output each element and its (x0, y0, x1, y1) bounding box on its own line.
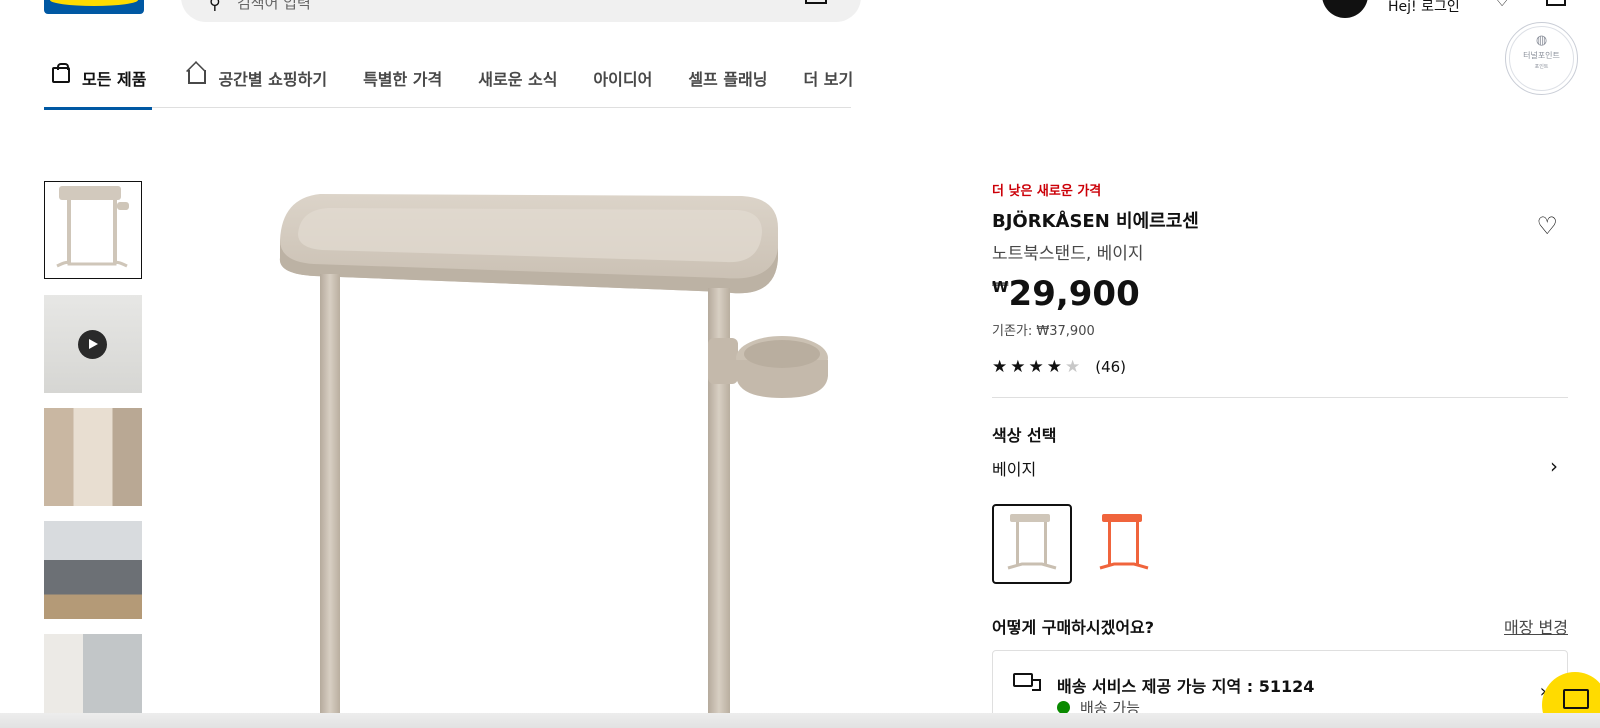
thumbnail-1[interactable] (44, 181, 142, 279)
product-description: 노트북스탠드, 베이지 (992, 244, 1144, 264)
thumbnail-product-image (56, 186, 129, 268)
purchase-question: 어떻게 구매하시겠어요? (992, 618, 1155, 637)
promo-label: 더 낮은 새로운 가격 (992, 184, 1102, 199)
avatar[interactable] (1322, 0, 1368, 18)
tab-label: 모든 제품 (82, 70, 147, 89)
wishlist-icon[interactable]: ♡ (1494, 0, 1510, 11)
selected-color: 베이지 (992, 460, 1037, 479)
tab-label: 특별한 가격 (363, 70, 443, 89)
badge-title: 터널포인트 (1523, 51, 1560, 60)
bottom-edge (0, 713, 1600, 728)
tab-shop-by-room[interactable]: 공간별 쇼핑하기 (188, 60, 327, 108)
swatch-beige-image (1007, 514, 1057, 570)
globe-icon: ◍ (1535, 33, 1548, 48)
cart-icon[interactable] (1546, 0, 1566, 6)
ikea-logo[interactable] (44, 0, 144, 14)
search-bar[interactable]: ⚲ 검색어 입력 (181, 0, 861, 22)
home-icon (188, 70, 207, 84)
tab-special-price[interactable]: 특별한 가격 (363, 60, 442, 108)
tab-label: 더 보기 (803, 70, 854, 89)
product-info: 더 낮은 새로운 가격 BJÖRKÅSEN 비에르코센 노트북스탠드, 베이지 … (992, 180, 1568, 728)
change-store-link[interactable]: 매장 변경 (1504, 614, 1568, 638)
color-swatches (992, 504, 1568, 584)
previous-price: 기존가: ₩37,900 (992, 324, 1095, 339)
play-icon[interactable] (78, 330, 107, 359)
tab-all-products[interactable]: 모든 제품 (44, 60, 153, 110)
color-selector[interactable]: 색상 선택 베이지 › (992, 422, 1568, 480)
camera-icon[interactable] (805, 0, 827, 4)
purchase-options-header: 어떻게 구매하시겠어요? 매장 변경 (992, 614, 1568, 638)
price-amount: 29,900 (1008, 274, 1140, 314)
tab-new[interactable]: 새로운 소식 (478, 60, 557, 108)
star-rating-icons: ★★★★★ (992, 357, 1084, 377)
tab-ideas[interactable]: 아이디어 (593, 60, 652, 108)
bag-icon (52, 63, 70, 83)
badge-subtitle: 포인트 (1534, 64, 1549, 70)
tab-self-planning[interactable]: 셀프 플래닝 (688, 60, 767, 108)
color-heading: 색상 선택 (992, 426, 1057, 445)
divider (992, 397, 1568, 398)
tab-label: 셀프 플래닝 (688, 70, 768, 89)
swatch-beige[interactable] (992, 504, 1072, 584)
tab-label: 아이디어 (593, 70, 653, 89)
rating[interactable]: ★★★★★ (46) (992, 357, 1568, 377)
search-icon: ⚲ (209, 0, 221, 13)
delivery-title: 배송 서비스 제공 가능 지역 : 51124 (1057, 677, 1315, 696)
product-name: BJÖRKÅSEN 비에르코센 (992, 211, 1199, 232)
category-nav: 모든 제품 공간별 쇼핑하기 특별한 가격 새로운 소식 아이디어 셀프 플래닝… (44, 60, 853, 110)
thumbnail-4[interactable] (44, 521, 142, 619)
main-product-image[interactable] (250, 188, 870, 728)
tab-label: 공간별 쇼핑하기 (218, 70, 328, 89)
point-badge[interactable]: ◍ 터널포인트 포인트 (1505, 22, 1578, 95)
swatch-orange-image (1099, 514, 1149, 570)
search-input[interactable]: 검색어 입력 (237, 0, 311, 13)
swatch-orange[interactable] (1082, 504, 1162, 584)
product-price: ₩ 29,900 (992, 276, 1568, 312)
favorite-heart-icon[interactable]: ♡ (1536, 212, 1558, 240)
tab-more[interactable]: 더 보기 (803, 60, 853, 108)
account-link[interactable]: Hej! 로그인 (1388, 0, 1460, 16)
tab-label: 새로운 소식 (478, 70, 558, 89)
review-count[interactable]: (46) (1095, 358, 1126, 376)
truck-icon (1013, 673, 1041, 691)
currency-symbol: ₩ (992, 278, 1009, 296)
thumbnail-video[interactable] (44, 295, 142, 393)
chevron-right-icon[interactable]: › (1550, 454, 1558, 478)
thumbnail-3[interactable] (44, 408, 142, 506)
